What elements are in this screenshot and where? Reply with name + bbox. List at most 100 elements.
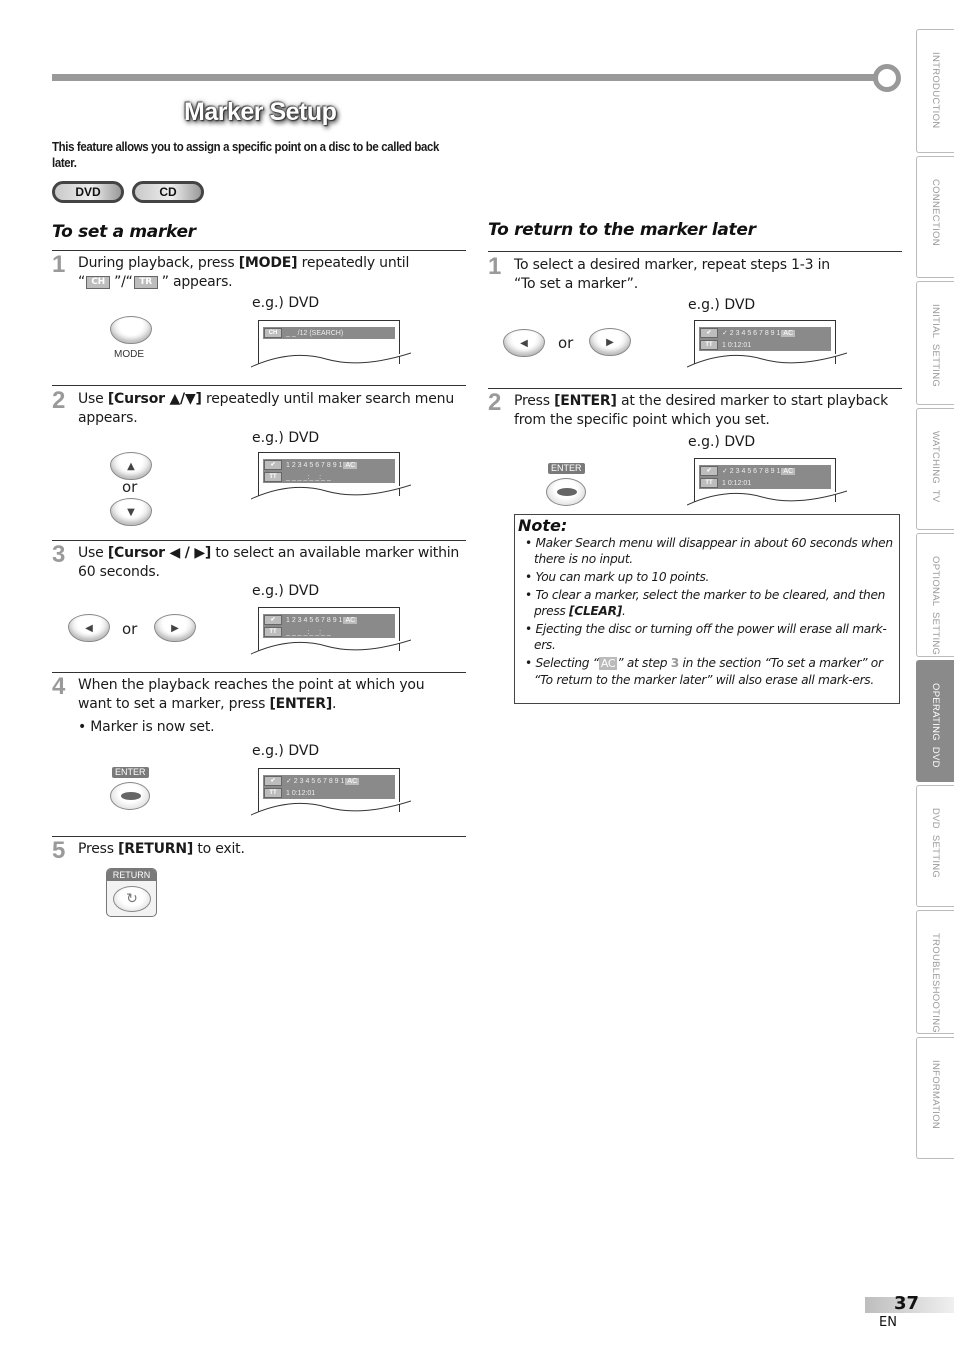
cursor-up-button[interactable]: ▲ <box>110 452 152 480</box>
torn-edge <box>251 800 411 816</box>
example-label: e.g.) DVD <box>252 430 320 446</box>
enter-button-label: ENTER <box>548 463 585 474</box>
cursor-left-button[interactable]: ◀ <box>68 614 110 642</box>
page-title: Marker Setup <box>184 98 337 126</box>
cursor-right-button[interactable]: ▶ <box>589 328 631 356</box>
or-label: or <box>122 478 138 496</box>
tab-troubleshooting[interactable]: TROUBLESHOOTING <box>916 910 954 1034</box>
torn-edge <box>251 484 411 500</box>
step-text: During playback, press [MODE] repeatedly… <box>78 255 410 290</box>
step-text: To select a desired marker, repeat steps… <box>514 257 830 292</box>
step-number: 1 <box>488 253 502 280</box>
step-text: When the playback reaches the point at w… <box>78 677 425 712</box>
osd-check-tag: ✔ <box>264 460 282 470</box>
osd-screen: ✔ 1 2 3 4 5 6 7 8 9 1 AC TT _ _ _ _:_ _:_ _ <box>251 452 411 500</box>
or-label: or <box>122 620 138 638</box>
up-arrow-icon: ▲ <box>127 460 135 472</box>
disc-badges: DVD CD <box>52 181 204 203</box>
return-button-label: RETURN <box>107 869 156 881</box>
mode-button-label: MODE <box>114 349 144 360</box>
return-icon: ↻ <box>126 891 138 907</box>
note-list: Maker Search menu will disappear in abou… <box>525 535 897 690</box>
torn-edge <box>687 490 847 506</box>
left-arrow-icon: ◀ <box>520 337 528 349</box>
osd-screen: ✔ 1 2 3 4 5 6 7 8 9 1 AC TT _ _ _ _:_ _:_ _ <box>251 607 411 655</box>
cursor-right-button[interactable]: ▶ <box>154 614 196 642</box>
divider <box>52 672 466 673</box>
cd-badge: CD <box>132 181 204 203</box>
note-item: Ejecting the disc or turning off the pow… <box>525 621 897 653</box>
step-text: Use [Cursor ◀ / ▶] to select an availabl… <box>78 545 460 580</box>
set-step-1: 1 During playback, press [MODE] repeated… <box>52 251 466 384</box>
divider <box>488 388 902 389</box>
step-number: 5 <box>52 837 66 864</box>
osd-screen: ✔ ✓ 2 3 4 5 6 7 8 9 1 AC TT 1 0:12:01 <box>687 320 847 368</box>
tab-watching-tv[interactable]: WATCHING TV <box>916 408 954 530</box>
torn-edge <box>687 352 847 368</box>
step-text: Press [ENTER] at the desired marker to s… <box>514 393 889 428</box>
example-label: e.g.) DVD <box>252 743 320 759</box>
example-label: e.g.) DVD <box>252 295 320 311</box>
note-item: Selecting “AC” at step 3 in the section … <box>525 655 897 688</box>
tab-introduction[interactable]: INTRODUCTION <box>916 29 954 153</box>
intro-text: This feature allows you to assign a spec… <box>52 139 440 170</box>
divider <box>52 385 466 386</box>
ac-tag: AC <box>598 657 618 670</box>
tab-connection[interactable]: CONNECTION <box>916 156 954 278</box>
step-number: 4 <box>52 673 66 700</box>
tab-operating-dvd[interactable]: OPERATING DVD <box>916 660 954 782</box>
osd-bar: CH _ _ /12 (SEARCH) <box>263 327 395 339</box>
mode-button[interactable] <box>110 316 152 344</box>
enter-button[interactable] <box>110 782 150 810</box>
page-language: EN <box>879 1315 897 1330</box>
cursor-left-button[interactable]: ◀ <box>503 329 545 357</box>
note-title: Note: <box>518 516 568 535</box>
set-step-2: 2 Use [Cursor ▲/▼] repeatedly until make… <box>52 387 466 540</box>
dvd-badge: DVD <box>52 181 124 203</box>
left-arrow-icon: ◀ <box>85 622 93 634</box>
return-step-1: 1 To select a desired marker, repeat ste… <box>488 253 902 386</box>
example-label: e.g.) DVD <box>688 434 756 450</box>
return-marker-heading: To return to the marker later <box>488 220 756 240</box>
note-item: Maker Search menu will disappear in abou… <box>525 535 897 567</box>
or-label: or <box>558 334 574 352</box>
set-step-3: 3 Use [Cursor ◀ / ▶] to select an availa… <box>52 541 466 672</box>
tab-optional-setting[interactable]: OPTIONAL SETTING <box>916 533 954 657</box>
section-tabs: INTRODUCTION CONNECTION INITIAL SETTING … <box>916 29 954 1162</box>
step-text: Use [Cursor ▲/▼] repeatedly until maker … <box>78 391 455 426</box>
osd-screen: CH _ _ /12 (SEARCH) <box>251 320 411 368</box>
example-label: e.g.) DVD <box>252 583 320 599</box>
divider <box>488 251 902 252</box>
note-item: You can mark up to 10 points. <box>525 569 897 585</box>
set-step-5: 5 Press [RETURN] to exit. RETURN ↻ <box>52 837 466 920</box>
divider <box>52 250 466 251</box>
top-rule-circle <box>873 64 901 92</box>
enter-button[interactable] <box>546 478 586 506</box>
page-number: 37 <box>894 1293 920 1314</box>
note-item: To clear a marker, select the marker to … <box>525 587 897 619</box>
step-number: 2 <box>52 387 66 414</box>
right-arrow-icon: ▶ <box>171 622 179 634</box>
osd-screen: ✔ ✓ 2 3 4 5 6 7 8 9 1 AC TT 1 0:12:01 <box>687 458 847 506</box>
marker-set-bullet: • Marker is now set. <box>78 719 215 735</box>
down-arrow-icon: ▼ <box>127 506 135 518</box>
cursor-down-button[interactable]: ▼ <box>110 498 152 526</box>
ch-tag: CH <box>86 275 111 289</box>
divider <box>52 540 466 541</box>
tab-dvd-setting[interactable]: DVD SETTING <box>916 785 954 907</box>
step-text: Press [RETURN] to exit. <box>78 841 245 857</box>
set-marker-heading: To set a marker <box>52 222 196 242</box>
right-arrow-icon: ▶ <box>606 336 614 348</box>
torn-edge <box>251 639 411 655</box>
step-number: 1 <box>52 251 66 278</box>
note-box: Note: Maker Search menu will disappear i… <box>514 514 900 704</box>
enter-button-label: ENTER <box>112 767 149 778</box>
set-step-4: 4 When the playback reaches the point at… <box>52 673 466 836</box>
osd-ch-tag: CH <box>264 328 282 338</box>
return-step-2: 2 Press [ENTER] at the desired marker to… <box>488 389 902 512</box>
return-button[interactable]: RETURN ↻ <box>106 868 157 917</box>
tr-tag: TR <box>133 275 158 289</box>
osd-screen: ✔ ✓ 2 3 4 5 6 7 8 9 1 AC TT 1 0:12:01 <box>251 768 411 816</box>
tab-initial-setting[interactable]: INITIAL SETTING <box>916 281 954 405</box>
tab-information[interactable]: INFORMATION <box>916 1037 954 1159</box>
